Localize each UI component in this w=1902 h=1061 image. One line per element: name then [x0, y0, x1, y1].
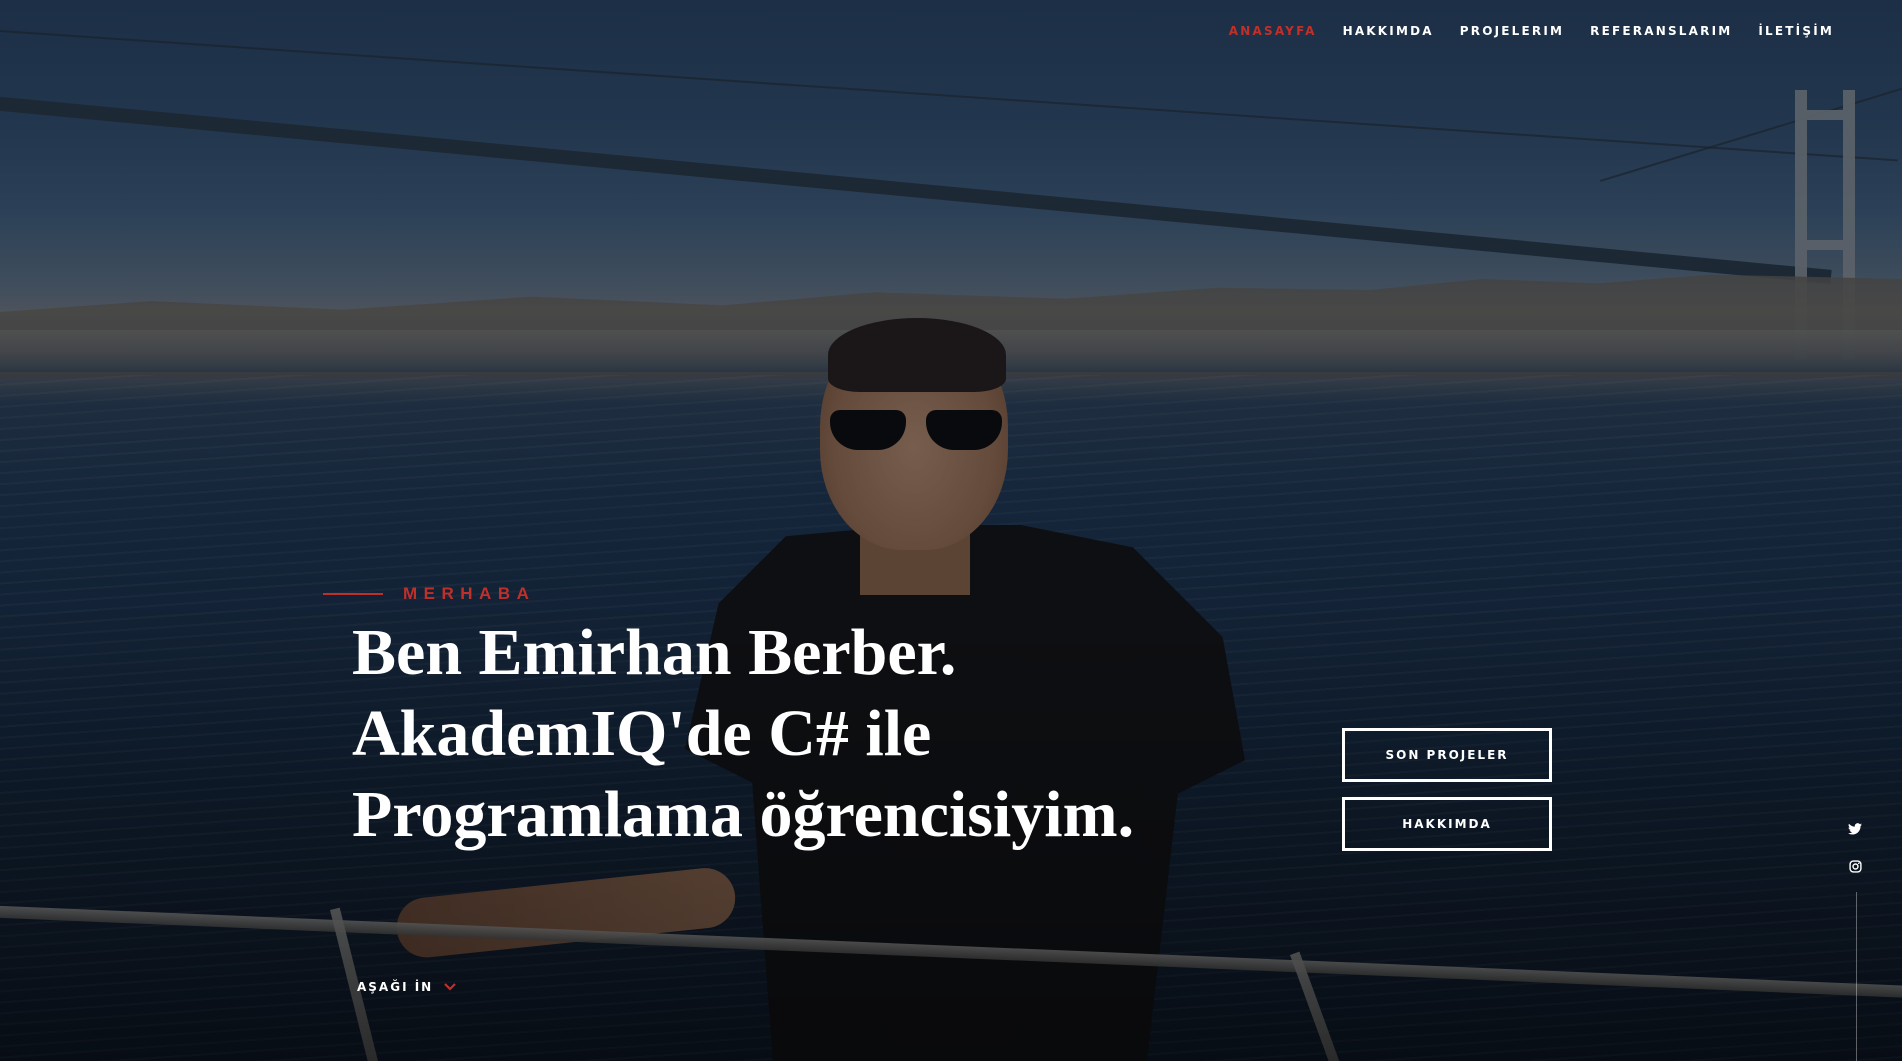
- main-nav: ANASAYFA HAKKIMDA PROJELERIM REFERANSLAR…: [1229, 20, 1834, 39]
- intro-block: MERHABA: [323, 584, 535, 604]
- intro-greeting: MERHABA: [403, 584, 536, 603]
- recent-projects-button[interactable]: SON PROJELER: [1342, 728, 1552, 782]
- about-button[interactable]: HAKKIMDA: [1342, 797, 1552, 851]
- instagram-icon[interactable]: [1846, 857, 1864, 875]
- twitter-icon[interactable]: [1846, 820, 1864, 838]
- hero-background: [0, 0, 1902, 1061]
- intro-divider: [323, 593, 383, 595]
- headline-line: Programlama öğrencisiyim.: [352, 778, 1135, 851]
- nav-link-hakkimda[interactable]: HAKKIMDA: [1343, 24, 1434, 38]
- headline-line: Ben Emirhan Berber.: [352, 616, 957, 689]
- nav-link-referanslarim[interactable]: REFERANSLARIM: [1590, 24, 1732, 38]
- nav-link-iletisim[interactable]: İLETİŞİM: [1758, 24, 1834, 38]
- nav-item-projelerim: PROJELERIM: [1460, 20, 1564, 39]
- scroll-down-link[interactable]: AŞAĞI İN: [357, 980, 457, 994]
- chevron-down-icon: [444, 983, 456, 991]
- hero-headline: Ben Emirhan Berber. AkademIQ'de C# ile P…: [352, 612, 1332, 855]
- nav-item-hakkimda: HAKKIMDA: [1343, 20, 1434, 39]
- social-divider-line: [1856, 892, 1857, 1061]
- headline-line: AkademIQ'de C# ile: [352, 697, 932, 770]
- nav-item-iletisim: İLETİŞİM: [1758, 20, 1834, 39]
- nav-item-referanslarim: REFERANSLARIM: [1590, 20, 1732, 39]
- scroll-down-label: AŞAĞI İN: [357, 980, 434, 994]
- nav-link-projelerim[interactable]: PROJELERIM: [1460, 24, 1564, 38]
- nav-link-anasayfa[interactable]: ANASAYFA: [1229, 24, 1317, 38]
- nav-item-anasayfa: ANASAYFA: [1229, 20, 1317, 39]
